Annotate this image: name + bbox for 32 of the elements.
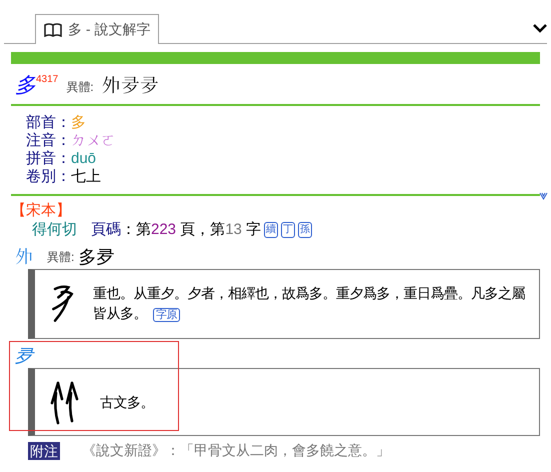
definition-text: 古文多。 <box>100 393 154 412</box>
document-tab[interactable]: 多 - 說文解字 <box>35 14 160 44</box>
variant-characters: 𡖄夛夛 <box>102 77 159 96</box>
note-text: 《說文新證》：「甲骨文从二肉，會多饒之意。」 <box>82 441 390 460</box>
source-link[interactable]: 字原 <box>153 308 180 322</box>
reference-tag[interactable]: 續 <box>264 222 278 238</box>
info-value: duō <box>71 150 96 168</box>
variants-label: 異體: <box>47 249 74 266</box>
variant-characters: 多夛 <box>78 248 114 266</box>
definition-text: 重也。从重夕。夕者，相繹也，故爲多。重夕爲多，重日爲疊。凡多之屬皆从多。 字原 <box>93 284 526 324</box>
info-value: ㄉㄨㄛ <box>71 132 116 150</box>
section-character: 夛 <box>15 347 33 365</box>
edition-title: 【宋本】 <box>11 202 72 220</box>
book-icon <box>44 22 62 36</box>
info-label: 拼音： <box>26 150 71 168</box>
reference-tag[interactable]: 孫 <box>298 222 312 238</box>
info-label: 注音： <box>26 132 71 150</box>
chevron-down-icon[interactable] <box>533 24 547 33</box>
info-label: 部首： <box>26 114 71 132</box>
info-value: 多 <box>71 114 86 132</box>
variants-label: 異體: <box>66 79 94 96</box>
info-value: 七上 <box>71 168 101 186</box>
entry-character: 多 <box>15 75 36 96</box>
section-character: 𡖄 <box>15 248 33 266</box>
page-text: ：第223 頁，第13 字 <box>121 220 262 240</box>
entry-number: 4317 <box>36 75 58 85</box>
reference-tag[interactable]: 丁 <box>281 222 296 238</box>
expand-icon[interactable] <box>539 192 548 200</box>
fanqie-text: 得何切 <box>32 220 77 240</box>
note-label: 附注 <box>28 442 60 460</box>
info-label: 卷別： <box>26 168 71 186</box>
page-label: 頁碼 <box>91 220 121 240</box>
